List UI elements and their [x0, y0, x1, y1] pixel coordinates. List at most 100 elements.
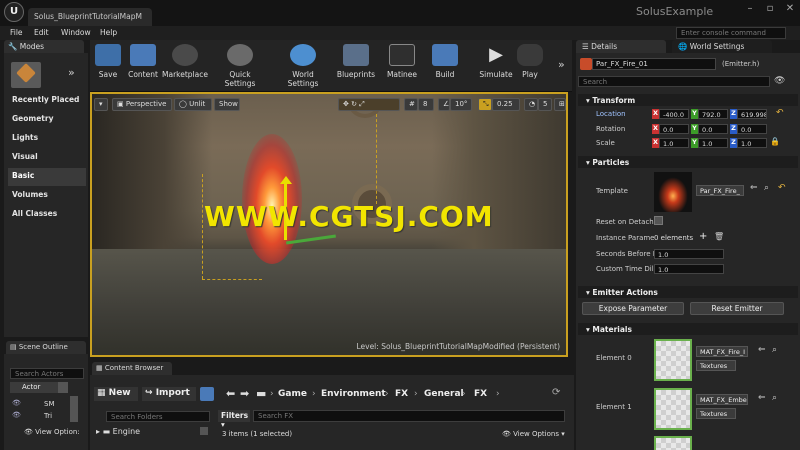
- scale-z[interactable]: 1.0: [737, 138, 767, 148]
- materials-section[interactable]: ▾ Materials: [578, 323, 798, 335]
- search-fx[interactable]: Search FX: [253, 410, 565, 422]
- column-options-icon[interactable]: [58, 382, 68, 393]
- outliner-row[interactable]: Tri: [44, 412, 52, 420]
- browse-icon[interactable]: ⌕: [764, 183, 769, 193]
- rotation-y[interactable]: 0.0: [698, 124, 728, 134]
- breadcrumb-general[interactable]: General: [424, 389, 464, 399]
- material-1-thumbnail[interactable]: [654, 388, 692, 430]
- actor-class[interactable]: (Emitter.h): [722, 60, 759, 68]
- history-icon[interactable]: ⟳: [552, 387, 560, 398]
- tree-scroll-icon[interactable]: [200, 427, 208, 435]
- location-x[interactable]: -400.0: [659, 109, 689, 119]
- outliner-scrollbar[interactable]: [70, 396, 78, 422]
- trash-icon[interactable]: 🗑: [714, 232, 724, 241]
- custom-time-field[interactable]: 1.0: [654, 264, 724, 274]
- scale-snap-value[interactable]: 0.25: [492, 98, 520, 111]
- visibility-eye-icon[interactable]: 👁: [12, 411, 21, 419]
- camera-speed-value[interactable]: 5: [538, 98, 552, 111]
- mode-item-geometry[interactable]: Geometry: [8, 111, 86, 129]
- menu-window[interactable]: Window: [61, 28, 91, 37]
- transform-tools[interactable]: ✥ ↻ ⤢: [338, 98, 400, 111]
- tab-content-browser[interactable]: ▦ Content Browser: [92, 362, 172, 375]
- tab-details[interactable]: ☰ Details: [576, 40, 666, 53]
- new-button[interactable]: ▦ New: [94, 387, 138, 401]
- reset-location-icon[interactable]: ↶: [776, 108, 784, 118]
- camera-speed-icon[interactable]: ◔: [524, 98, 538, 111]
- tab-modes[interactable]: 🔧 Modes: [4, 40, 84, 53]
- unreal-logo-icon[interactable]: U: [4, 2, 24, 22]
- menu-file[interactable]: File: [10, 28, 23, 37]
- maximize-viewport-icon[interactable]: ⊞: [554, 98, 566, 111]
- add-element-icon[interactable]: +: [699, 231, 707, 242]
- browse-icon[interactable]: ⌕: [772, 345, 777, 355]
- breadcrumb-environment[interactable]: Environment: [321, 389, 386, 399]
- material-1-dropdown[interactable]: MAT_FX_Embe: [696, 394, 748, 405]
- perspective-dropdown[interactable]: ▣ Perspective: [112, 98, 172, 111]
- material-0-dropdown[interactable]: MAT_FX_Fire_I: [696, 346, 748, 357]
- expose-parameter-button[interactable]: Expose Parameter: [582, 302, 684, 315]
- minimize-icon[interactable]: –: [742, 3, 758, 17]
- eye-icon[interactable]: 👁: [774, 76, 785, 86]
- show-dropdown[interactable]: Show: [214, 98, 240, 111]
- mode-item-all-classes[interactable]: All Classes: [8, 206, 86, 224]
- browse-icon[interactable]: ⌕: [772, 393, 777, 403]
- rotation-snap-icon[interactable]: ∠: [438, 98, 450, 111]
- expand-arrows-icon[interactable]: »: [68, 66, 75, 79]
- seconds-before-field[interactable]: 1.0: [654, 249, 724, 259]
- particles-section[interactable]: ▾ Particles: [578, 156, 798, 168]
- use-selected-icon[interactable]: ⇐: [758, 393, 766, 403]
- reset-on-detach-checkbox[interactable]: [654, 216, 663, 225]
- save-button[interactable]: Save: [94, 44, 122, 88]
- rotation-x[interactable]: 0.0: [659, 124, 689, 134]
- material-2-thumbnail[interactable]: [654, 436, 692, 450]
- menu-help[interactable]: Help: [100, 28, 117, 37]
- outliner-row[interactable]: SM: [44, 400, 54, 408]
- close-icon[interactable]: ✕: [782, 3, 798, 17]
- details-search[interactable]: Search: [578, 76, 770, 87]
- scale-snap-icon[interactable]: ⤡: [478, 98, 492, 111]
- location-z[interactable]: 619.998: [737, 109, 767, 119]
- build-button[interactable]: Build: [432, 44, 458, 88]
- template-dropdown[interactable]: Par_FX_Fire_: [696, 185, 744, 196]
- filters-button[interactable]: Filters ▾: [218, 410, 250, 429]
- material-0-textures[interactable]: Textures: [696, 360, 736, 371]
- tab-world-settings[interactable]: 🌐 World Settings: [672, 40, 772, 53]
- blueprints-button[interactable]: Blueprints: [336, 44, 376, 88]
- view-mode-dropdown[interactable]: ◯ Unlit: [174, 98, 212, 111]
- content-button[interactable]: Content: [127, 44, 159, 88]
- rotation-z[interactable]: 0.0: [737, 124, 767, 134]
- fire-particle-effect[interactable]: [242, 134, 302, 264]
- tab-scene-outliner[interactable]: ▤ Scene Outline: [6, 341, 86, 354]
- mode-item-basic[interactable]: Basic: [8, 168, 86, 186]
- place-mode-icon[interactable]: [11, 62, 41, 88]
- console-input[interactable]: Enter console command: [676, 27, 786, 39]
- actor-name-field[interactable]: Par_FX_Fire_01: [592, 58, 716, 70]
- breadcrumb-fx-current[interactable]: FX: [474, 389, 487, 399]
- maximize-icon[interactable]: ▫: [762, 3, 778, 17]
- back-arrow-icon[interactable]: ⬅: [226, 387, 235, 400]
- scale-x[interactable]: 1.0: [659, 138, 689, 148]
- material-0-thumbnail[interactable]: [654, 339, 692, 381]
- grid-size[interactable]: 8: [418, 98, 434, 111]
- save-all-icon[interactable]: [200, 387, 214, 401]
- mode-item-lights[interactable]: Lights: [8, 130, 86, 148]
- reset-emitter-button[interactable]: Reset Emitter: [690, 302, 784, 315]
- scale-label[interactable]: Scale: [596, 139, 615, 147]
- toolbar-overflow-icon[interactable]: »: [558, 58, 565, 71]
- location-y[interactable]: 792.0: [698, 109, 728, 119]
- rotation-snap-value[interactable]: 10°: [450, 98, 472, 111]
- folder-tree-item[interactable]: ▸ ▬ Engine: [96, 427, 140, 436]
- window-tab[interactable]: Solus_BlueprintTutorialMapM: [28, 8, 152, 26]
- visibility-eye-icon[interactable]: 👁: [12, 399, 21, 407]
- template-thumbnail[interactable]: [654, 172, 692, 212]
- transform-section[interactable]: ▾ Transform: [578, 94, 798, 106]
- breadcrumb-game[interactable]: Game: [278, 389, 307, 399]
- cb-view-options[interactable]: 👁 View Options ▾: [502, 430, 565, 438]
- mode-item-visual[interactable]: Visual: [8, 149, 86, 167]
- simulate-button[interactable]: ▶ Simulate: [478, 44, 514, 88]
- reset-template-icon[interactable]: ↶: [778, 183, 786, 193]
- location-label[interactable]: Location: [596, 110, 626, 118]
- material-1-textures[interactable]: Textures: [696, 408, 736, 419]
- mode-item-volumes[interactable]: Volumes: [8, 187, 86, 205]
- matinee-button[interactable]: Matinee: [386, 44, 418, 88]
